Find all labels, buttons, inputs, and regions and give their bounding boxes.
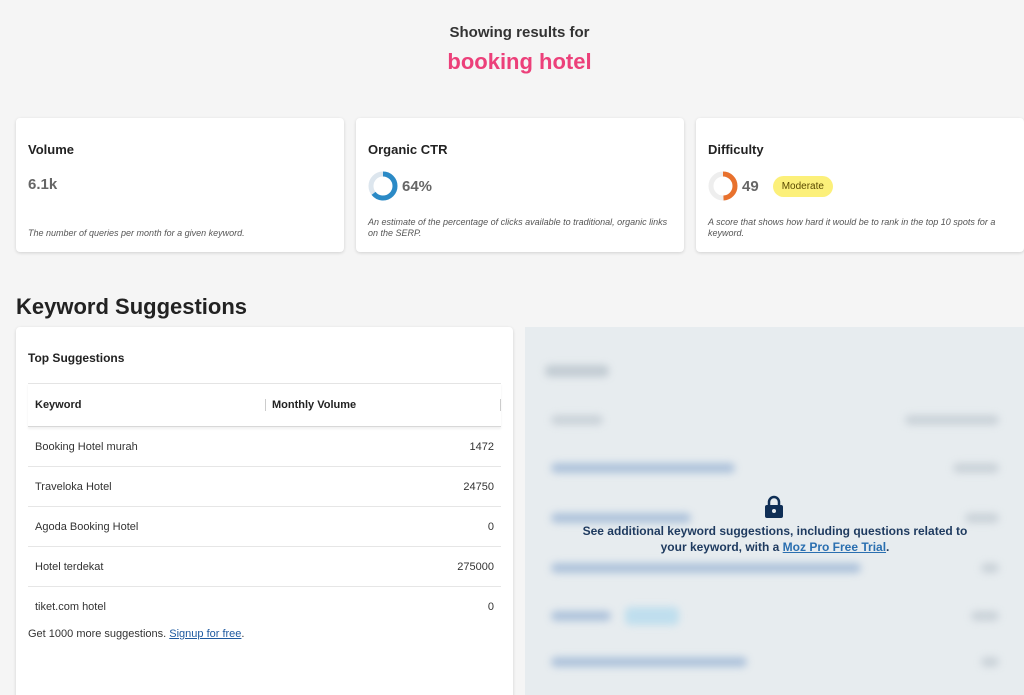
results-header: Showing results for booking hotel — [0, 24, 1024, 75]
free-trial-link[interactable]: Moz Pro Free Trial — [783, 540, 886, 554]
ctr-description: An estimate of the percentage of clicks … — [368, 217, 668, 238]
column-keyword[interactable]: Keyword — [35, 399, 81, 411]
signup-link[interactable]: Signup for free — [169, 628, 241, 640]
difficulty-card: Difficulty 49 Moderate A score that show… — [696, 118, 1024, 252]
footer-period: . — [241, 628, 245, 640]
top-suggestions-title: Top Suggestions — [28, 351, 125, 365]
upgrade-message-text: See additional keyword suggestions, incl… — [582, 524, 968, 554]
column-divider — [265, 399, 266, 411]
volume-title: Volume — [28, 142, 74, 157]
difficulty-value: 49 — [742, 177, 759, 195]
volume-cell: 275000 — [457, 560, 494, 573]
column-divider — [500, 399, 501, 411]
keyword-cell: Booking Hotel murah — [35, 440, 138, 453]
volume-cell: 1472 — [469, 440, 494, 453]
difficulty-title: Difficulty — [708, 142, 764, 157]
more-suggestions-text: Get 1000 more suggestions. — [28, 628, 167, 640]
volume-cell: 24750 — [463, 480, 494, 493]
keyword-cell: tiket.com hotel — [35, 601, 106, 613]
section-title: Keyword Suggestions — [16, 294, 248, 319]
keyword-cell: Hotel terdekat — [35, 560, 104, 573]
message-period: . — [886, 540, 890, 554]
table-row: Agoda Booking Hotel 0 — [28, 507, 501, 547]
more-suggestions-note: Get 1000 more suggestions. Signup for fr… — [28, 628, 244, 640]
lock-icon — [765, 495, 783, 518]
ctr-value: 64% — [402, 177, 433, 195]
locked-questions-panel: See additional keyword suggestions, incl… — [525, 327, 1024, 695]
table-row: Traveloka Hotel 24750 — [28, 467, 501, 507]
ctr-title: Organic CTR — [368, 142, 448, 157]
volume-cell: 0 — [487, 601, 494, 613]
difficulty-donut-icon — [708, 171, 738, 201]
volume-value: 6.1k — [28, 175, 58, 193]
search-keyword: booking hotel — [447, 49, 592, 74]
ctr-card: Organic CTR 64% An estimate of the perce… — [356, 118, 684, 252]
difficulty-description: A score that shows how hard it would be … — [708, 217, 996, 238]
results-subtitle: Showing results for — [449, 24, 590, 41]
volume-card: Volume 6.1k The number of queries per mo… — [16, 118, 344, 252]
difficulty-badge: Moderate — [772, 175, 833, 197]
table-row: tiket.com hotel 0 — [28, 587, 501, 627]
table-row: Hotel terdekat 275000 — [28, 547, 501, 587]
keyword-cell: Agoda Booking Hotel — [35, 520, 139, 533]
suggestions-table: Keyword Monthly Volume Booking Hotel mur… — [28, 383, 501, 627]
volume-cell: 0 — [487, 520, 494, 533]
top-suggestions-card: Top Suggestions Keyword Monthly Volume B… — [16, 327, 513, 695]
keyword-cell: Traveloka Hotel — [35, 480, 112, 493]
table-row: Booking Hotel murah 1472 — [28, 427, 501, 467]
column-monthly-volume[interactable]: Monthly Volume — [272, 399, 356, 411]
upgrade-message: See additional keyword suggestions, incl… — [575, 523, 975, 555]
ctr-donut-icon — [368, 171, 398, 201]
volume-description: The number of queries per month for a gi… — [28, 228, 245, 238]
table-header: Keyword Monthly Volume — [28, 383, 501, 427]
